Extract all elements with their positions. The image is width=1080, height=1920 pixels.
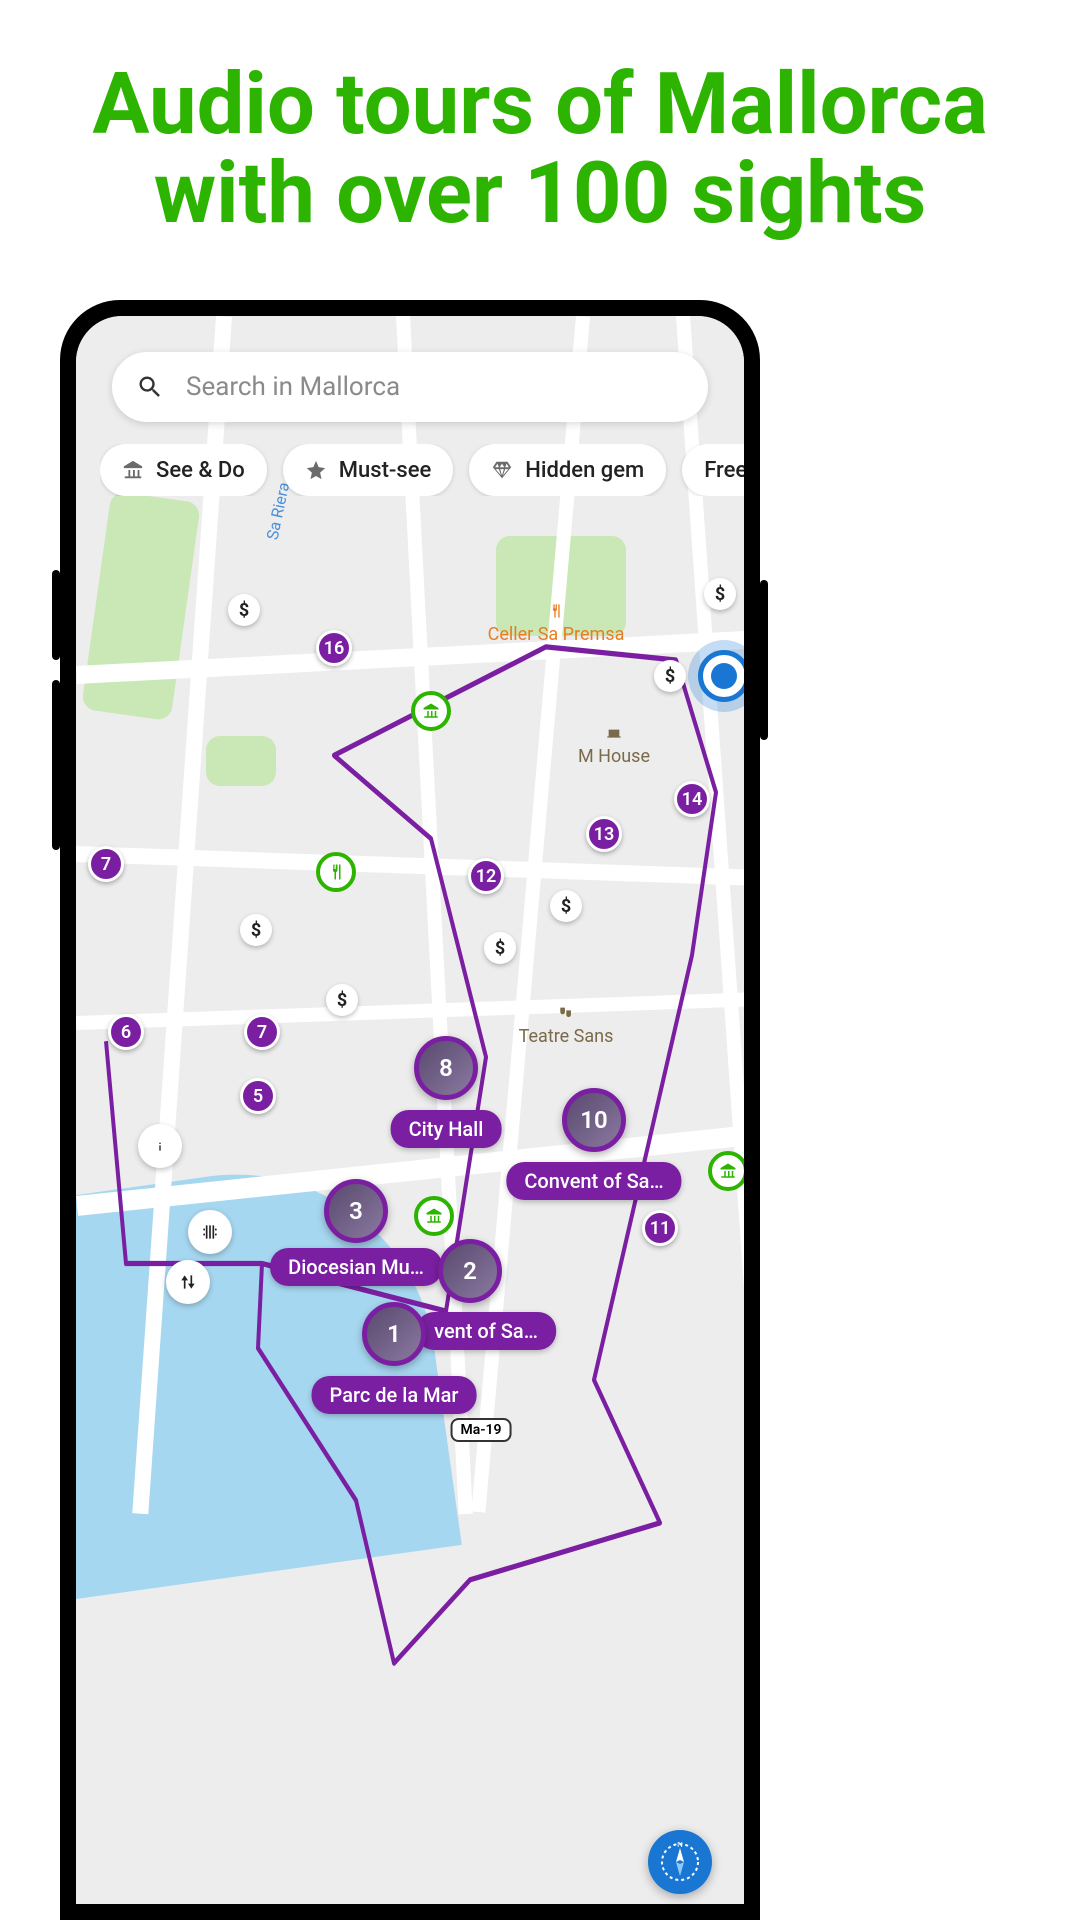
price-marker[interactable]: $ bbox=[228, 594, 260, 626]
phone-screen: Celler Sa Premsa M House Teatre Sans Sa … bbox=[76, 316, 744, 1904]
route-stop-marker[interactable]: 6 bbox=[108, 1014, 144, 1050]
route-shield: Ma-19 bbox=[451, 1418, 512, 1442]
route-stop-marker[interactable]: 13 bbox=[586, 816, 622, 852]
photo-poi-marker[interactable]: 8 bbox=[414, 1036, 478, 1100]
museum-icon bbox=[122, 459, 144, 481]
route-stop-marker[interactable]: 16 bbox=[316, 630, 352, 666]
map-park bbox=[81, 491, 201, 721]
poi-pin[interactable] bbox=[414, 1196, 454, 1236]
poi-name-label[interactable]: vent of Sa… bbox=[416, 1312, 556, 1350]
photo-poi-marker[interactable]: 1 bbox=[362, 1302, 426, 1366]
chip-label: Free bbox=[704, 458, 744, 483]
filter-chip-hidden-gem[interactable]: Hidden gem bbox=[469, 444, 666, 496]
info-button[interactable] bbox=[138, 1124, 182, 1168]
poi-label-theater: Teatre Sans bbox=[519, 1005, 614, 1047]
route-stop-marker[interactable]: 12 bbox=[468, 858, 504, 894]
star-icon bbox=[305, 459, 327, 481]
photo-bubble: 1 bbox=[362, 1302, 426, 1366]
filter-chip-must-see[interactable]: Must-see bbox=[283, 444, 454, 496]
price-marker[interactable]: $ bbox=[550, 890, 582, 922]
photo-poi-marker[interactable]: 2 bbox=[438, 1239, 502, 1303]
poi-name-label[interactable]: Parc de la Mar bbox=[312, 1376, 477, 1414]
current-location-marker bbox=[698, 650, 744, 702]
poi-label-hotel: M House bbox=[578, 725, 650, 767]
chip-label: Must-see bbox=[339, 458, 432, 483]
filter-chip-free[interactable]: Free bbox=[682, 444, 744, 496]
search-bar[interactable]: Search in Mallorca bbox=[112, 352, 708, 422]
search-icon bbox=[136, 373, 164, 401]
route-stop-marker[interactable]: 14 bbox=[674, 781, 710, 817]
map-park bbox=[206, 736, 276, 786]
phone-volume-button bbox=[52, 680, 60, 850]
layers-button[interactable] bbox=[188, 1210, 232, 1254]
phone-power-button bbox=[760, 580, 768, 740]
photo-poi-marker[interactable]: 3 bbox=[324, 1179, 388, 1243]
price-marker[interactable]: $ bbox=[326, 984, 358, 1016]
photo-bubble: 3 bbox=[324, 1179, 388, 1243]
photo-bubble: 2 bbox=[438, 1239, 502, 1303]
price-marker[interactable]: $ bbox=[654, 660, 686, 692]
poi-pin[interactable] bbox=[708, 1151, 744, 1191]
photo-bubble: 10 bbox=[562, 1088, 626, 1152]
route-stop-marker[interactable]: 5 bbox=[240, 1078, 276, 1114]
route-stop-marker[interactable]: 7 bbox=[88, 846, 124, 882]
phone-frame: Celler Sa Premsa M House Teatre Sans Sa … bbox=[60, 300, 760, 1920]
route-stop-marker[interactable]: 7 bbox=[244, 1014, 280, 1050]
chip-label: See & Do bbox=[156, 458, 245, 483]
phone-volume-button bbox=[52, 570, 60, 660]
compass-button[interactable]: N bbox=[648, 1830, 712, 1894]
svg-text:N: N bbox=[677, 1842, 683, 1849]
route-stop-marker[interactable]: 11 bbox=[642, 1210, 678, 1246]
poi-name-label[interactable]: Diocesian Mu… bbox=[270, 1248, 442, 1286]
filter-chip-row: See & Do Must-see Hidden gem Free bbox=[100, 444, 744, 496]
promo-headline: Audio tours of Mallorca with over 100 si… bbox=[0, 0, 1080, 239]
poi-label-restaurant: Celler Sa Premsa bbox=[488, 603, 625, 645]
poi-name-label[interactable]: Convent of Sa… bbox=[506, 1162, 681, 1200]
price-marker[interactable]: $ bbox=[704, 578, 736, 610]
price-marker[interactable]: $ bbox=[484, 932, 516, 964]
poi-pin[interactable] bbox=[316, 852, 356, 892]
photo-poi-marker[interactable]: 10 bbox=[562, 1088, 626, 1152]
poi-name-label[interactable]: City Hall bbox=[391, 1110, 502, 1148]
compass-icon: N bbox=[660, 1842, 700, 1882]
sort-button[interactable] bbox=[166, 1260, 210, 1304]
filter-chip-see-do[interactable]: See & Do bbox=[100, 444, 267, 496]
price-marker[interactable]: $ bbox=[240, 914, 272, 946]
poi-pin[interactable] bbox=[411, 691, 451, 731]
search-placeholder: Search in Mallorca bbox=[186, 372, 400, 402]
chip-label: Hidden gem bbox=[525, 458, 644, 483]
diamond-icon bbox=[491, 459, 513, 481]
photo-bubble: 8 bbox=[414, 1036, 478, 1100]
